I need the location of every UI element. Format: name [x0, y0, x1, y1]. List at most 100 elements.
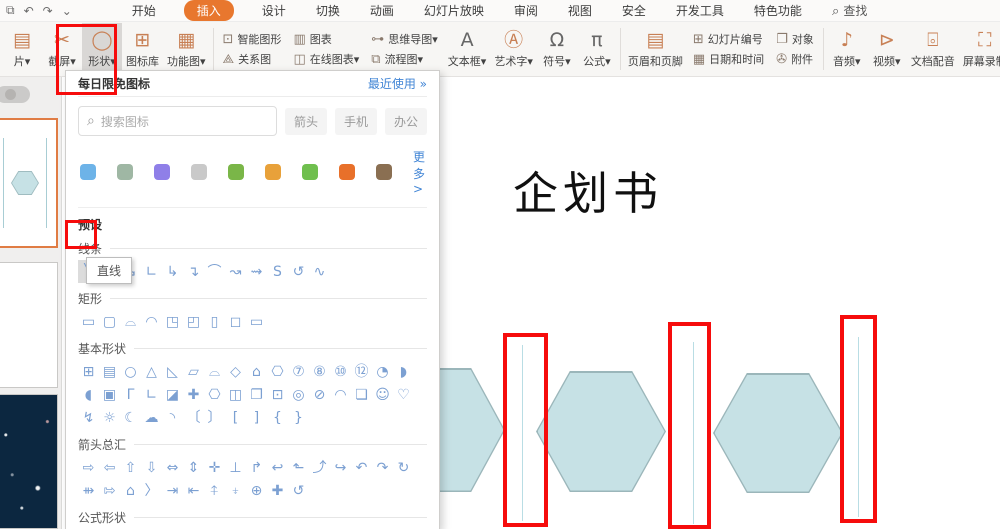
arrow-shape-icon[interactable]: ↱ — [246, 456, 267, 479]
basic-shape-icon[interactable]: ☁ — [141, 406, 162, 429]
basic-shape-icon[interactable]: ◫ — [225, 383, 246, 406]
basic-shape-icon[interactable]: ⊡ — [267, 383, 288, 406]
hexagon-shape-2[interactable] — [536, 371, 666, 492]
rectangle-shape-icon[interactable]: ◰ — [183, 310, 204, 333]
arrow-shape-icon[interactable]: ⌂ — [120, 479, 141, 502]
basic-shape-icon[interactable]: ❐ — [246, 383, 267, 406]
basic-shape-icon[interactable]: ◇ — [225, 360, 246, 383]
arrow-shape-icon[interactable]: ✛ — [204, 456, 225, 479]
arrow-shape-icon[interactable]: ⇩ — [141, 456, 162, 479]
quick-access-icon[interactable]: ⌄ — [62, 4, 72, 18]
basic-shape-icon[interactable]: ∟ — [141, 383, 162, 406]
line-shape-icon[interactable]: S — [267, 260, 288, 283]
arrow-shape-icon[interactable]: ⇔ — [162, 456, 183, 479]
arrow-shape-icon[interactable]: ↪ — [330, 456, 351, 479]
toolbar-button[interactable]: ⟁ 关系图 — [223, 51, 282, 67]
menu-tab[interactable]: 视图 — [566, 1, 594, 20]
arrow-shape-icon[interactable]: ⇥ — [162, 479, 183, 502]
menu-tab[interactable]: 插入 — [183, 0, 234, 21]
basic-shape-icon[interactable]: ⑩ — [330, 360, 351, 383]
basic-shape-icon[interactable]: ◗ — [393, 360, 414, 383]
basic-shape-icon[interactable]: ☼ — [99, 406, 120, 429]
line-shape-icon[interactable]: ↝ — [225, 260, 246, 283]
rectangle-shape-icon[interactable]: ▭ — [246, 310, 267, 333]
toolbar-button[interactable]: π 公式▾ — [577, 23, 617, 75]
quick-access-icon[interactable]: ↶ — [24, 4, 34, 18]
arrow-shape-icon[interactable]: ⍖ — [225, 479, 246, 502]
arrow-shape-icon[interactable]: ⇤ — [183, 479, 204, 502]
toolbar-button[interactable]: ⛶ 屏幕录制 — [959, 23, 1000, 75]
arrow-shape-icon[interactable]: 〉 — [141, 479, 162, 502]
basic-shape-icon[interactable]: ◺ — [162, 360, 183, 383]
arrow-shape-icon[interactable]: ⬑ — [288, 456, 309, 479]
hexagon-shape-3[interactable] — [713, 373, 843, 493]
toolbar-button[interactable]: Ⓐ 艺术字▾ — [490, 23, 537, 75]
menu-tab[interactable]: 开始 — [130, 1, 158, 20]
toolbar-button[interactable]: ❐ 对象 — [776, 31, 814, 47]
toolbar-button[interactable]: ♪ 音频▾ — [827, 23, 867, 75]
menu-tab[interactable]: 审阅 — [512, 1, 540, 20]
toolbar-button[interactable]: ▤ 页眉和页脚 — [624, 23, 687, 75]
menu-tab[interactable]: 开发工具 — [674, 1, 726, 20]
basic-shape-icon[interactable]: { — [267, 406, 288, 429]
garden-cart-icon[interactable] — [376, 164, 392, 180]
basic-shape-icon[interactable]: ↯ — [78, 406, 99, 429]
rectangle-shape-icon[interactable]: ▭ — [78, 310, 99, 333]
search-tag[interactable]: 办公 — [384, 107, 427, 135]
line-shape-icon[interactable]: ⇝ — [246, 260, 267, 283]
arrow-shape-icon[interactable]: ↷ — [372, 456, 393, 479]
menu-tab[interactable]: 特色功能 — [752, 1, 804, 20]
toolbar-button[interactable]: ⊞ 图标库 — [122, 23, 163, 75]
arrow-shape-icon[interactable]: ↻ — [393, 456, 414, 479]
battery-plant-icon[interactable] — [154, 164, 170, 180]
line-shape-icon[interactable]: ∟ — [141, 260, 162, 283]
quick-access-icon[interactable]: ⧉ — [6, 3, 15, 18]
arrow-shape-icon[interactable]: ⇰ — [99, 479, 120, 502]
arrow-shape-icon[interactable]: ⇻ — [78, 479, 99, 502]
arrow-shape-icon[interactable]: ↶ — [351, 456, 372, 479]
line-shape-icon[interactable]: ↳ — [162, 260, 183, 283]
basic-shape-icon[interactable]: ◎ — [288, 383, 309, 406]
toolbar-button[interactable]: ⧉ 流程图▾ — [371, 51, 438, 67]
leaf-plant-icon[interactable] — [117, 164, 133, 180]
basic-shape-icon[interactable]: ❏ — [351, 383, 372, 406]
rectangle-shape-icon[interactable]: ⌓ — [120, 310, 141, 333]
basic-shape-icon[interactable]: ⊞ — [78, 360, 99, 383]
toolbar-button[interactable]: Ω 符号▾ — [537, 23, 577, 75]
arrow-shape-icon[interactable]: ↩ — [267, 456, 288, 479]
toolbar-button[interactable]: ✇ 附件 — [776, 51, 814, 67]
basic-shape-icon[interactable]: [ — [225, 406, 246, 429]
quick-access-icon[interactable]: ↷ — [43, 4, 53, 18]
slide-thumbnail-3[interactable] — [0, 394, 58, 529]
basic-shape-icon[interactable]: ◖ — [78, 383, 99, 406]
menu-tab[interactable]: 动画 — [368, 1, 396, 20]
collapse-pill[interactable] — [0, 86, 30, 103]
basic-shape-icon[interactable]: ♡ — [393, 383, 414, 406]
basic-shape-icon[interactable]: △ — [141, 360, 162, 383]
arrow-shape-icon[interactable]: ↺ — [288, 479, 309, 502]
arrow-shape-icon[interactable]: ⊥ — [225, 456, 246, 479]
basic-shape-icon[interactable]: ⌓ — [204, 360, 225, 383]
line-shape-icon[interactable]: ↺ — [288, 260, 309, 283]
basic-shape-icon[interactable]: ⊘ — [309, 383, 330, 406]
basic-shape-icon[interactable]: ⑧ — [309, 360, 330, 383]
toolbar-button[interactable]: ▤ 片▾ — [2, 23, 42, 75]
basic-shape-icon[interactable]: ⑫ — [351, 360, 372, 383]
toolbar-button[interactable]: ▦ 日期和时间 — [693, 51, 764, 67]
slide-title[interactable]: 企划书 — [513, 157, 663, 222]
line-shape-icon[interactable]: ⌒ — [204, 260, 225, 283]
arrow-shape-icon[interactable]: ⇧ — [120, 456, 141, 479]
basic-shape-icon[interactable]: ◝ — [162, 406, 183, 429]
arrow-shape-icon[interactable]: ⇕ — [183, 456, 204, 479]
arrow-shape-icon[interactable]: ✚ — [267, 479, 288, 502]
basic-shape-icon[interactable]: ⌂ — [246, 360, 267, 383]
search-tag[interactable]: 箭头 — [284, 107, 327, 135]
basic-shape-icon[interactable]: ▤ — [99, 360, 120, 383]
potted-plant-icon[interactable] — [339, 164, 355, 180]
basic-shape-icon[interactable]: ☾ — [120, 406, 141, 429]
arrow-shape-icon[interactable]: ⇦ — [99, 456, 120, 479]
arrow-shape-icon[interactable]: ⊕ — [246, 479, 267, 502]
toolbar-button[interactable]: ⊞ 幻灯片编号 — [693, 31, 764, 47]
basic-shape-icon[interactable]: ⎔ — [267, 360, 288, 383]
slide-thumbnail-1[interactable] — [0, 118, 58, 248]
